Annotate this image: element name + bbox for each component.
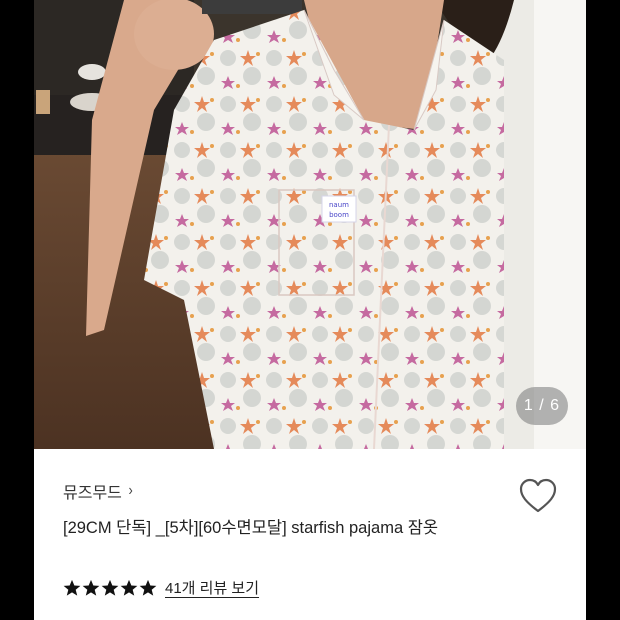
star-filled-icon [101, 579, 119, 596]
product-image[interactable]: naum boom 1 / 6 [34, 0, 586, 449]
patch-text-2: boom [329, 211, 349, 219]
rating-row: 41개 리뷰 보기 [63, 577, 259, 598]
star-filled-icon [63, 579, 81, 596]
star-rating [63, 579, 157, 597]
star-filled-icon [139, 579, 157, 596]
product-info: 뮤즈무드 › [29CM 단독] _[5차][60수면모달] starfish … [34, 449, 586, 620]
pajama-photo: naum boom [34, 0, 586, 449]
brand-name: 뮤즈무드 [63, 485, 122, 502]
chevron-right-icon: › [128, 482, 133, 499]
brand-link[interactable]: 뮤즈무드 › [63, 479, 133, 503]
product-card: naum boom 1 / 6 뮤즈무드 › [29CM 단독] _[5차][6… [34, 0, 586, 620]
star-filled-icon [120, 579, 138, 596]
product-title[interactable]: [29CM 단독] _[5차][60수면모달] starfish pajama … [63, 515, 503, 541]
heart-outline-icon[interactable] [518, 477, 558, 515]
image-counter: 1 / 6 [515, 387, 568, 425]
review-count-link[interactable]: 41개 리뷰 보기 [165, 577, 259, 598]
patch-text-1: naum [329, 201, 349, 209]
star-filled-icon [82, 579, 100, 596]
